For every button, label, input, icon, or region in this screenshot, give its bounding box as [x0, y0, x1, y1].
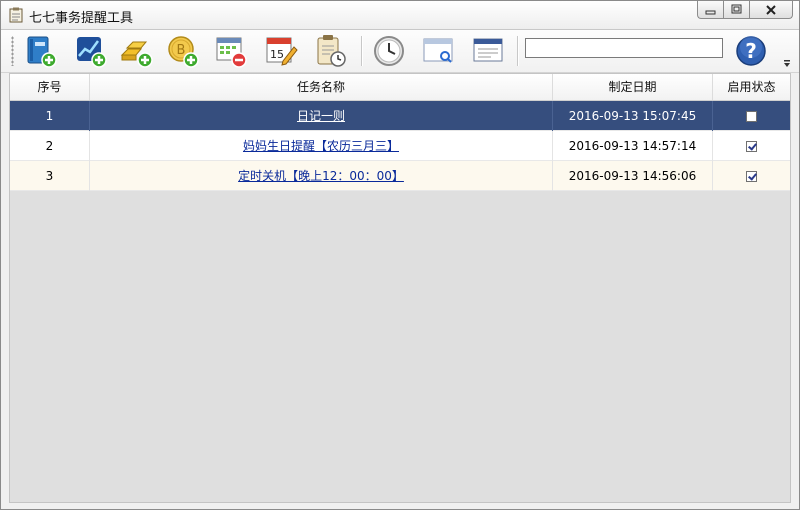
- clipboard-app-icon: [9, 7, 23, 23]
- timer-button[interactable]: [371, 33, 407, 69]
- task-name-link[interactable]: 定时关机【晚上12：00：00】: [238, 169, 404, 183]
- task-table: 序号 任务名称 制定日期 启用状态 1 日记一则 2016-09-13 15:0…: [9, 73, 791, 503]
- window-settings-icon: [473, 38, 503, 62]
- help-icon: ?: [736, 36, 766, 66]
- row-date: 2016-09-13 14:56:06: [553, 161, 713, 191]
- delete-task-button[interactable]: [213, 33, 249, 69]
- window-search-icon: [423, 38, 453, 63]
- reminder-schedule-button[interactable]: [313, 33, 349, 69]
- delete-calendar-icon: [216, 37, 247, 68]
- add-stock-button[interactable]: [73, 33, 109, 69]
- close-button[interactable]: [749, 1, 793, 19]
- minimize-icon: [705, 10, 716, 15]
- new-gold-icon: [120, 41, 153, 68]
- minimize-button[interactable]: [697, 1, 723, 19]
- column-header-task-name[interactable]: 任务名称: [90, 74, 553, 100]
- add-bitcoin-button[interactable]: B: [165, 33, 201, 69]
- task-name-link[interactable]: 妈妈生日提醒【农历三月三】: [243, 139, 399, 153]
- toolbar-overflow-icon[interactable]: [782, 59, 792, 69]
- row-task-name: 日记一则: [90, 101, 553, 131]
- task-name-link[interactable]: 日记一则: [297, 109, 345, 123]
- row-index: 1: [10, 101, 90, 131]
- toolbar-separator: [517, 36, 519, 66]
- table-row[interactable]: 2 妈妈生日提醒【农历三月三】 2016-09-13 14:57:14: [10, 131, 790, 161]
- row-date: 2016-09-13 15:07:45: [553, 101, 713, 131]
- column-header-status[interactable]: 启用状态: [713, 74, 790, 100]
- new-stock-icon: [77, 37, 107, 68]
- row-index: 3: [10, 161, 90, 191]
- add-gold-button[interactable]: [119, 33, 155, 69]
- new-bitcoin-icon: B: [168, 36, 199, 68]
- table-header: 序号 任务名称 制定日期 启用状态: [10, 74, 790, 101]
- row-date: 2016-09-13 14:57:14: [553, 131, 713, 161]
- row-status: [713, 101, 790, 131]
- view-window-button[interactable]: [471, 33, 507, 69]
- window-title: 七七事务提醒工具: [29, 11, 134, 26]
- column-header-date[interactable]: 制定日期: [553, 74, 713, 100]
- restore-icon: [731, 4, 742, 14]
- enabled-checkbox[interactable]: [746, 111, 757, 122]
- toolbar: B 15 ?: [1, 30, 799, 73]
- row-task-name: 定时关机【晚上12：00：00】: [90, 161, 553, 191]
- column-header-index[interactable]: 序号: [10, 74, 90, 100]
- clipboard-clock-icon: [317, 35, 346, 67]
- row-status: [713, 131, 790, 161]
- svg-text:B: B: [177, 43, 186, 58]
- table-row[interactable]: 1 日记一则 2016-09-13 15:07:45: [10, 101, 790, 131]
- svg-text:?: ?: [745, 39, 757, 63]
- app-window: 七七事务提醒工具 B 15 ? 序号 任务名称 制定日期 启用状态 1 日记一则…: [0, 0, 800, 510]
- view-search-button[interactable]: [421, 33, 457, 69]
- add-diary-button[interactable]: [23, 33, 59, 69]
- toolbar-separator: [361, 36, 363, 66]
- close-icon: [766, 5, 776, 15]
- search-input[interactable]: [525, 38, 723, 58]
- table-row[interactable]: 3 定时关机【晚上12：00：00】 2016-09-13 14:56:06: [10, 161, 790, 191]
- svg-text:15: 15: [270, 48, 284, 61]
- row-status: [713, 161, 790, 191]
- calendar-edit-icon: 15: [266, 37, 298, 66]
- enabled-checkbox[interactable]: [746, 171, 757, 182]
- row-task-name: 妈妈生日提醒【农历三月三】: [90, 131, 553, 161]
- enabled-checkbox[interactable]: [746, 141, 757, 152]
- maximize-button[interactable]: [723, 1, 749, 19]
- new-diary-icon: [27, 36, 57, 68]
- edit-task-button[interactable]: 15: [263, 33, 299, 69]
- row-index: 2: [10, 131, 90, 161]
- clock-icon: [374, 36, 404, 66]
- help-button[interactable]: ?: [733, 33, 769, 69]
- toolbar-grip[interactable]: [11, 36, 14, 66]
- title-bar[interactable]: 七七事务提醒工具: [1, 1, 799, 30]
